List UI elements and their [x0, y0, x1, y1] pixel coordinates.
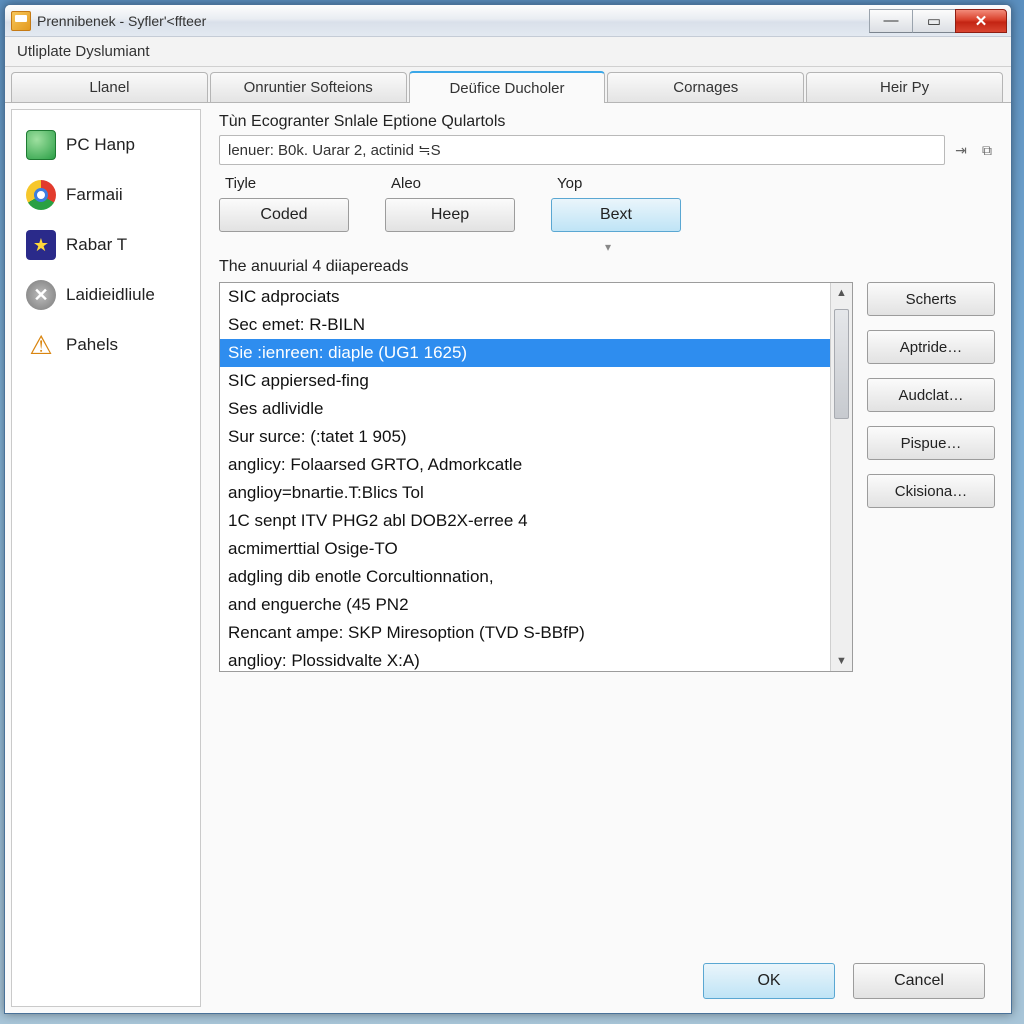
- warning-icon: ⚠: [26, 330, 56, 360]
- button-label: OK: [757, 972, 780, 990]
- tab-bar: Llanel Onruntier Softeions Deüfice Ducho…: [5, 67, 1011, 103]
- list-item[interactable]: Ses adlividle: [220, 395, 830, 423]
- right-button-column: Scherts Aptride… Audclat… Pispue… Ckisio…: [867, 282, 997, 672]
- aptride-button[interactable]: Aptride…: [867, 330, 995, 364]
- col-label-tiyle: Tiyle: [219, 175, 349, 192]
- sidebar-item-rabar[interactable]: ★ Rabar T: [18, 220, 194, 270]
- ok-button[interactable]: OK: [703, 963, 835, 999]
- sidebar-item-farmaii[interactable]: Farmaii: [18, 170, 194, 220]
- path-input[interactable]: [219, 135, 945, 165]
- star-icon: ★: [26, 230, 56, 260]
- heep-button[interactable]: Heep: [385, 198, 515, 232]
- button-label: Bext: [600, 206, 632, 224]
- list-item[interactable]: Sec emet: R-BILN: [220, 311, 830, 339]
- tab-heir-py[interactable]: Heir Py: [806, 72, 1003, 102]
- tab-cornages[interactable]: Cornages: [607, 72, 804, 102]
- list-item[interactable]: Sie :ienreen: diaple (UG1 1625): [220, 339, 830, 367]
- list-item[interactable]: Rencant ampe: SKP Miresoption (TVD S-BBf…: [220, 619, 830, 647]
- audclat-button[interactable]: Audclat…: [867, 378, 995, 412]
- maximize-button[interactable]: ▭: [912, 9, 956, 33]
- list-item[interactable]: 1C senpt ITV PHG2 abl DOB2X-erree 4: [220, 507, 830, 535]
- tab-label: Heir Py: [880, 79, 929, 96]
- sidebar-item-label: Pahels: [66, 335, 118, 355]
- button-label: Aptride…: [900, 339, 963, 356]
- button-label: Cancel: [894, 972, 944, 990]
- tab-llanel[interactable]: Llanel: [11, 72, 208, 102]
- titlebar: Prennibenek - Syfler'<ffteer — ▭ ✕: [5, 5, 1011, 37]
- app-icon: [11, 11, 31, 31]
- chrome-icon: [26, 180, 56, 210]
- sidebar-item-label: Farmaii: [66, 185, 123, 205]
- main-panel: Tùn Ecogranter Snlale Eptione Qulartols …: [201, 103, 1011, 1013]
- bext-button[interactable]: Bext: [551, 198, 681, 232]
- col-label-yop: Yop: [551, 175, 681, 192]
- x-circle-icon: ✕: [26, 280, 56, 310]
- scroll-up-icon[interactable]: ▲: [831, 283, 852, 303]
- list-item[interactable]: adgling dib enotle Corcultionnation,: [220, 563, 830, 591]
- path-row: ⇥ ⧉: [219, 135, 997, 165]
- button-label: Scherts: [906, 291, 957, 308]
- scherts-button[interactable]: Scherts: [867, 282, 995, 316]
- sidebar-item-pc-hanp[interactable]: PC Hanp: [18, 120, 194, 170]
- coded-button[interactable]: Coded: [219, 198, 349, 232]
- listbox[interactable]: SIC adprociats Sec emet: R-BILN Sie :ien…: [219, 282, 853, 672]
- window: Prennibenek - Syfler'<ffteer — ▭ ✕ Utlip…: [4, 4, 1012, 1014]
- sidebar-item-label: PC Hanp: [66, 135, 135, 155]
- sidebar-item-label: Rabar T: [66, 235, 127, 255]
- button-label: Audclat…: [898, 387, 963, 404]
- list-title: The anuurial 4 diiapereads: [219, 258, 997, 276]
- tab-label: Llanel: [89, 79, 129, 96]
- window-controls: — ▭ ✕: [870, 9, 1007, 33]
- scroll-track[interactable]: [831, 303, 852, 651]
- col-label-aleo: Aleo: [385, 175, 515, 192]
- pispue-button[interactable]: Pispue…: [867, 426, 995, 460]
- arrow-right-icon[interactable]: ⇥: [951, 139, 971, 161]
- sidebar-item-laidieidliule[interactable]: ✕ Laidieidliule: [18, 270, 194, 320]
- list-item[interactable]: acmimerttial Osige-TO: [220, 535, 830, 563]
- ckisiona-button[interactable]: Ckisiona…: [867, 474, 995, 508]
- tab-deufice[interactable]: Deüfice Ducholer: [409, 71, 606, 103]
- window-title: Prennibenek - Syfler'<ffteer: [37, 13, 870, 29]
- list-item[interactable]: and enguerche (45 PN2: [220, 591, 830, 619]
- list-item[interactable]: Sur surce: (:tatet 1 905): [220, 423, 830, 451]
- button-label: Heep: [431, 206, 469, 224]
- list-viewport: SIC adprociats Sec emet: R-BILN Sie :ien…: [220, 283, 830, 671]
- list-item[interactable]: anglioy=bnartie.T:Blics Tol: [220, 479, 830, 507]
- sidebar-item-label: Laidieidliule: [66, 285, 155, 305]
- close-button[interactable]: ✕: [955, 9, 1007, 33]
- content-area: PC Hanp Farmaii ★ Rabar T ✕ Laidieidliul…: [5, 103, 1011, 1013]
- button-label: Ckisiona…: [895, 483, 968, 500]
- dialog-buttons: OK Cancel: [703, 963, 985, 999]
- scrollbar[interactable]: ▲ ▼: [830, 283, 852, 671]
- group-title: Tùn Ecogranter Snlale Eptione Qulartols: [219, 113, 997, 131]
- scroll-down-icon[interactable]: ▼: [831, 651, 852, 671]
- chevron-down-icon[interactable]: ▾: [219, 240, 997, 254]
- three-columns: Tiyle Coded Aleo Heep Yop Bext: [219, 175, 997, 232]
- sidebar: PC Hanp Farmaii ★ Rabar T ✕ Laidieidliul…: [11, 109, 201, 1007]
- tab-label: Cornages: [673, 79, 738, 96]
- minimize-button[interactable]: —: [869, 9, 913, 33]
- list-item[interactable]: anglioy: Plossidvalte X:A): [220, 647, 830, 671]
- button-label: Coded: [260, 206, 307, 224]
- globe-icon: [26, 130, 56, 160]
- list-section: SIC adprociats Sec emet: R-BILN Sie :ien…: [219, 282, 997, 672]
- list-item[interactable]: SIC appiersed-fing: [220, 367, 830, 395]
- button-label: Pispue…: [901, 435, 962, 452]
- tab-label: Onruntier Softeions: [244, 79, 373, 96]
- cancel-button[interactable]: Cancel: [853, 963, 985, 999]
- page-subtitle: Utliplate Dyslumiant: [5, 37, 1011, 67]
- sidebar-item-pahels[interactable]: ⚠ Pahels: [18, 320, 194, 370]
- list-item[interactable]: SIC adprociats: [220, 283, 830, 311]
- tab-onruntier[interactable]: Onruntier Softeions: [210, 72, 407, 102]
- tab-label: Deüfice Ducholer: [449, 80, 564, 97]
- browse-icon[interactable]: ⧉: [977, 139, 997, 161]
- scroll-thumb[interactable]: [834, 309, 849, 419]
- list-item[interactable]: anglicy: Folaarsed GRTO, Admorkcatle: [220, 451, 830, 479]
